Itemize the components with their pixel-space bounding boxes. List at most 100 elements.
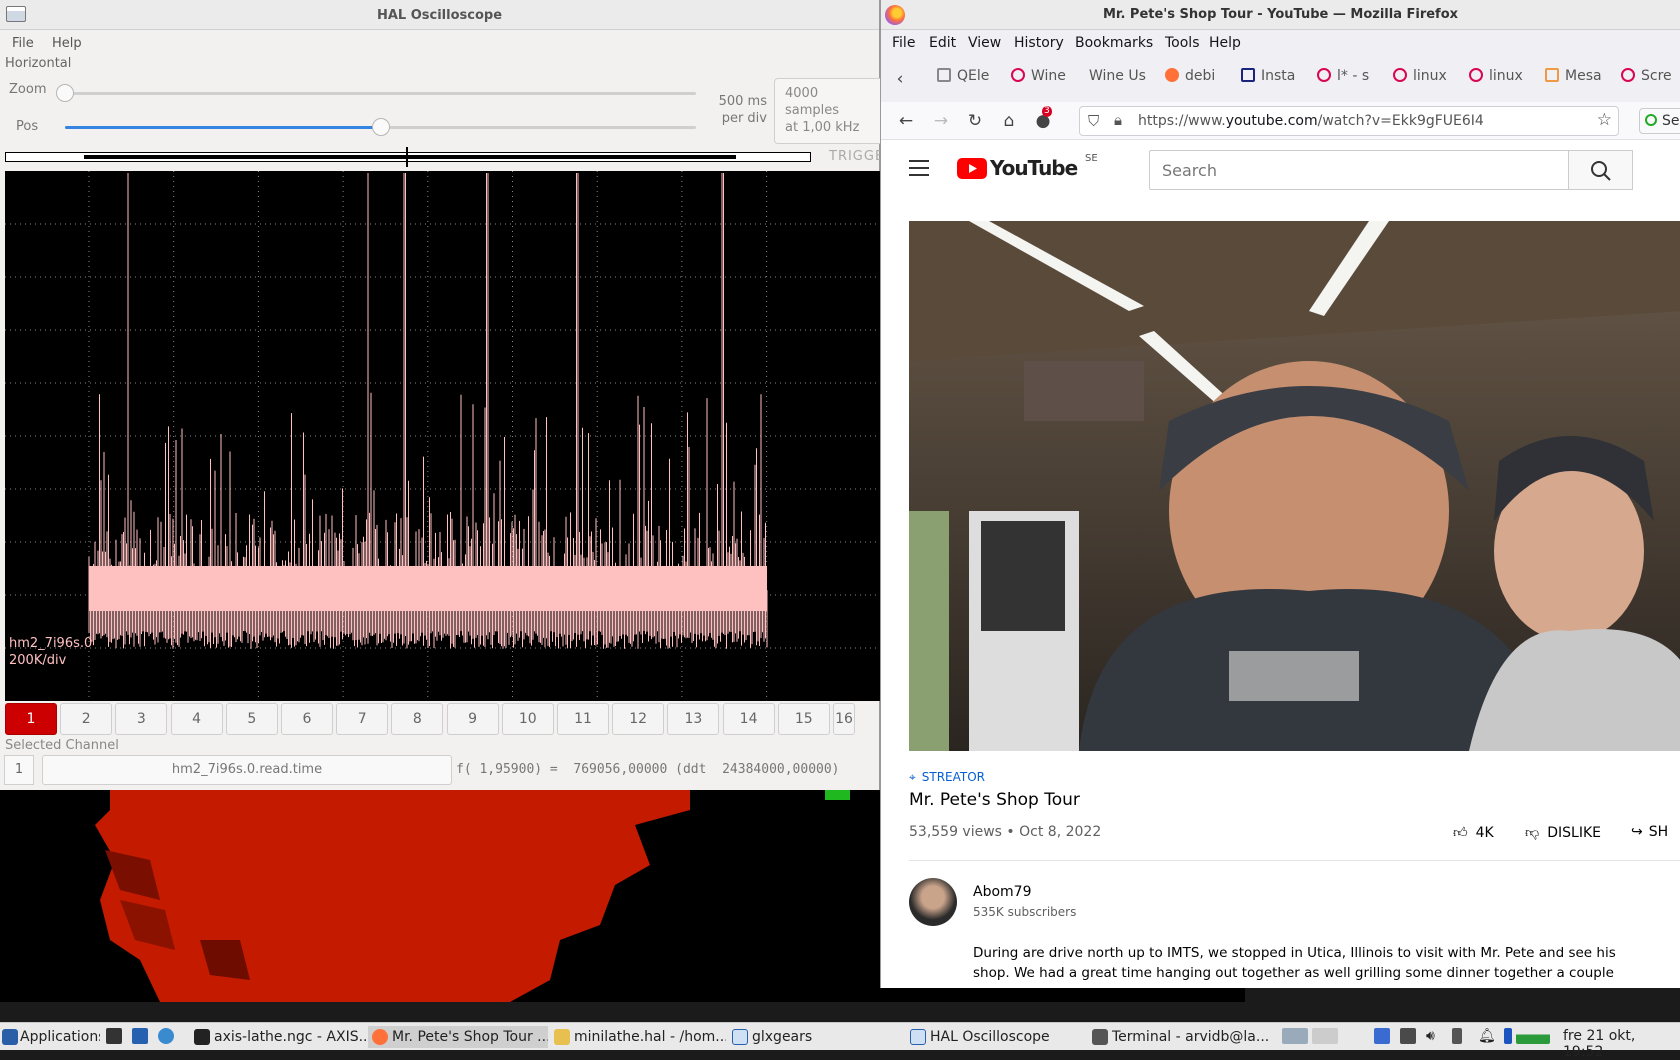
channel-button-12[interactable]: 12 — [612, 703, 665, 735]
menu-edit[interactable]: Edit — [929, 35, 956, 51]
hamburger-menu-icon[interactable] — [909, 160, 929, 176]
notification-bell-icon[interactable]: 🔔︎ — [1478, 1028, 1496, 1044]
scope-display[interactable]: hm2_7i96s.0 200K/div — [5, 171, 880, 701]
zoom-slider-knob[interactable] — [56, 84, 74, 102]
task-minilathe-hal[interactable]: minilathe.hal - /hom... — [550, 1026, 726, 1048]
video-description: During are drive north up to IMTS, we st… — [973, 945, 1616, 981]
channel-button-13[interactable]: 13 — [667, 703, 720, 735]
navigation-toolbar: ← → ↻ ⌂ 3 ● ⛉ 🔒︎ https://www.youtube.com/… — [881, 102, 1680, 140]
tab-debian[interactable]: debi — [1165, 68, 1227, 84]
back-icon[interactable]: ← — [895, 110, 917, 132]
tab-scroll-left-icon[interactable]: ‹ — [889, 68, 911, 90]
window-titlebar[interactable]: HAL Oscilloscope — [0, 0, 879, 30]
window-titlebar[interactable]: Mr. Pete's Shop Tour - YouTube — Mozilla… — [881, 0, 1680, 30]
menu-file[interactable]: File — [892, 35, 915, 51]
subscriber-count: 535K subscribers — [973, 905, 1077, 919]
bookmark-star-icon[interactable]: ☆ — [1597, 110, 1612, 130]
channel-button-16[interactable]: 16 — [833, 703, 855, 735]
video-player[interactable] — [909, 221, 1680, 751]
task-firefox[interactable]: Mr. Pete's Shop Tour ... — [368, 1026, 548, 1048]
share-icon: ↪ — [1631, 824, 1643, 840]
terminal-launcher-icon[interactable] — [106, 1028, 122, 1044]
firefox-app-icon — [372, 1029, 388, 1045]
menu-view[interactable]: View — [968, 35, 1001, 51]
extension-icon[interactable]: 3 ● — [1032, 106, 1054, 132]
battery-icon[interactable] — [1452, 1028, 1462, 1044]
channel-button-15[interactable]: 15 — [777, 703, 830, 735]
menu-history[interactable]: History — [1014, 35, 1064, 51]
channel-button-10[interactable]: 10 — [501, 703, 554, 735]
sample-rate-box[interactable]: 4000 samples at 1,00 kHz — [774, 78, 884, 144]
location-tag[interactable]: ⌖ STREATOR — [909, 770, 985, 785]
video-frame-image — [909, 221, 1680, 751]
workspace-2-icon[interactable] — [1312, 1028, 1338, 1044]
tab-instagram[interactable]: Insta — [1241, 68, 1303, 84]
record-overview-bar[interactable] — [5, 147, 811, 167]
task-glxgears[interactable]: glxgears — [728, 1026, 904, 1048]
menu-bookmarks[interactable]: Bookmarks — [1075, 35, 1153, 51]
sign-in-button[interactable]: Se — [1639, 108, 1680, 134]
channel-name[interactable]: Abom79 — [973, 884, 1031, 900]
channel-button-9[interactable]: 9 — [446, 703, 499, 735]
reload-icon[interactable]: ↻ — [964, 110, 986, 132]
file-manager-launcher-icon[interactable] — [132, 1028, 148, 1044]
network-icon[interactable] — [1374, 1028, 1390, 1044]
tab-qele[interactable]: QEle — [937, 68, 999, 84]
channel-button-6[interactable]: 6 — [281, 703, 333, 735]
volume-icon[interactable]: 🔊︎ — [1426, 1028, 1442, 1044]
horizontal-section-label: Horizontal — [5, 56, 72, 71]
workspace-1-icon[interactable] — [1282, 1028, 1308, 1044]
tracking-protection-icon[interactable]: ⛉ — [1088, 112, 1099, 130]
forward-icon[interactable]: → — [930, 110, 952, 132]
channel-button-3[interactable]: 3 — [115, 703, 168, 735]
dislike-button[interactable]: 👎︎ DISLIKE — [1525, 824, 1601, 841]
xfce-logo-icon — [2, 1029, 18, 1045]
tab-wine-users[interactable]: Wine Us — [1089, 68, 1151, 84]
home-icon[interactable]: ⌂ — [998, 110, 1020, 132]
web-browser-launcher-icon[interactable] — [158, 1028, 174, 1044]
task-terminal[interactable]: Terminal - arvidb@la... — [1088, 1026, 1268, 1048]
tab-screen[interactable]: Scre — [1621, 68, 1680, 84]
menu-help[interactable]: Help — [1209, 35, 1241, 51]
selected-channel-number[interactable]: 1 — [4, 755, 34, 785]
menu-tools[interactable]: Tools — [1165, 35, 1200, 51]
tab-mesa[interactable]: Mesa — [1545, 68, 1607, 84]
account-icon — [1645, 114, 1657, 126]
tab-wine[interactable]: Wine — [1011, 68, 1073, 84]
search-button[interactable] — [1568, 150, 1633, 190]
channel-button-7[interactable]: 7 — [336, 703, 389, 735]
channel-button-8[interactable]: 8 — [391, 703, 444, 735]
task-hal-oscilloscope[interactable]: HAL Oscilloscope — [906, 1026, 1082, 1048]
tab-search[interactable]: l* - s — [1317, 68, 1379, 84]
tab-linux-2[interactable]: linux — [1469, 68, 1531, 84]
window-app-icon — [910, 1029, 926, 1045]
channel-button-2[interactable]: 2 — [60, 703, 113, 735]
pos-slider-fill — [65, 126, 381, 129]
menu-file[interactable]: File — [12, 36, 34, 51]
channel-button-4[interactable]: 4 — [170, 703, 223, 735]
share-button[interactable]: ↪ SH — [1631, 824, 1668, 840]
signal-strength-icon[interactable] — [1400, 1028, 1416, 1044]
task-axis-lathe[interactable]: axis-lathe.ngc - AXIS... — [190, 1026, 366, 1048]
selected-channel-name[interactable]: hm2_7i96s.0.read.time — [42, 755, 452, 785]
like-button[interactable]: 👍︎ 4K — [1453, 824, 1494, 841]
youtube-play-icon — [957, 158, 987, 179]
channel-button-11[interactable]: 11 — [557, 703, 609, 735]
channel-button-5[interactable]: 5 — [225, 703, 278, 735]
tab-linux-1[interactable]: linux — [1393, 68, 1455, 84]
channel-avatar[interactable] — [909, 878, 957, 926]
taskbar: Applications axis-lathe.ngc - AXIS... Mr… — [0, 1022, 1680, 1060]
pos-slider-knob[interactable] — [371, 118, 390, 136]
divider — [909, 860, 1680, 861]
channel-button-14[interactable]: 14 — [722, 703, 775, 735]
clock[interactable]: fre 21 okt, 19:52 — [1563, 1028, 1680, 1060]
url-bar[interactable]: ⛉ 🔒︎ https://www.youtube.com/watch?v=Ekk… — [1079, 106, 1619, 136]
lock-icon[interactable]: 🔒︎ — [1114, 111, 1122, 129]
load-graph-icon — [1516, 1028, 1550, 1044]
search-input[interactable]: Search — [1149, 150, 1569, 190]
samples-count: 4000 samples — [785, 86, 840, 118]
zoom-slider[interactable] — [62, 92, 696, 95]
applications-menu-button[interactable]: Applications — [0, 1026, 100, 1048]
channel-button-1[interactable]: 1 — [5, 703, 57, 735]
menu-help[interactable]: Help — [52, 36, 82, 51]
